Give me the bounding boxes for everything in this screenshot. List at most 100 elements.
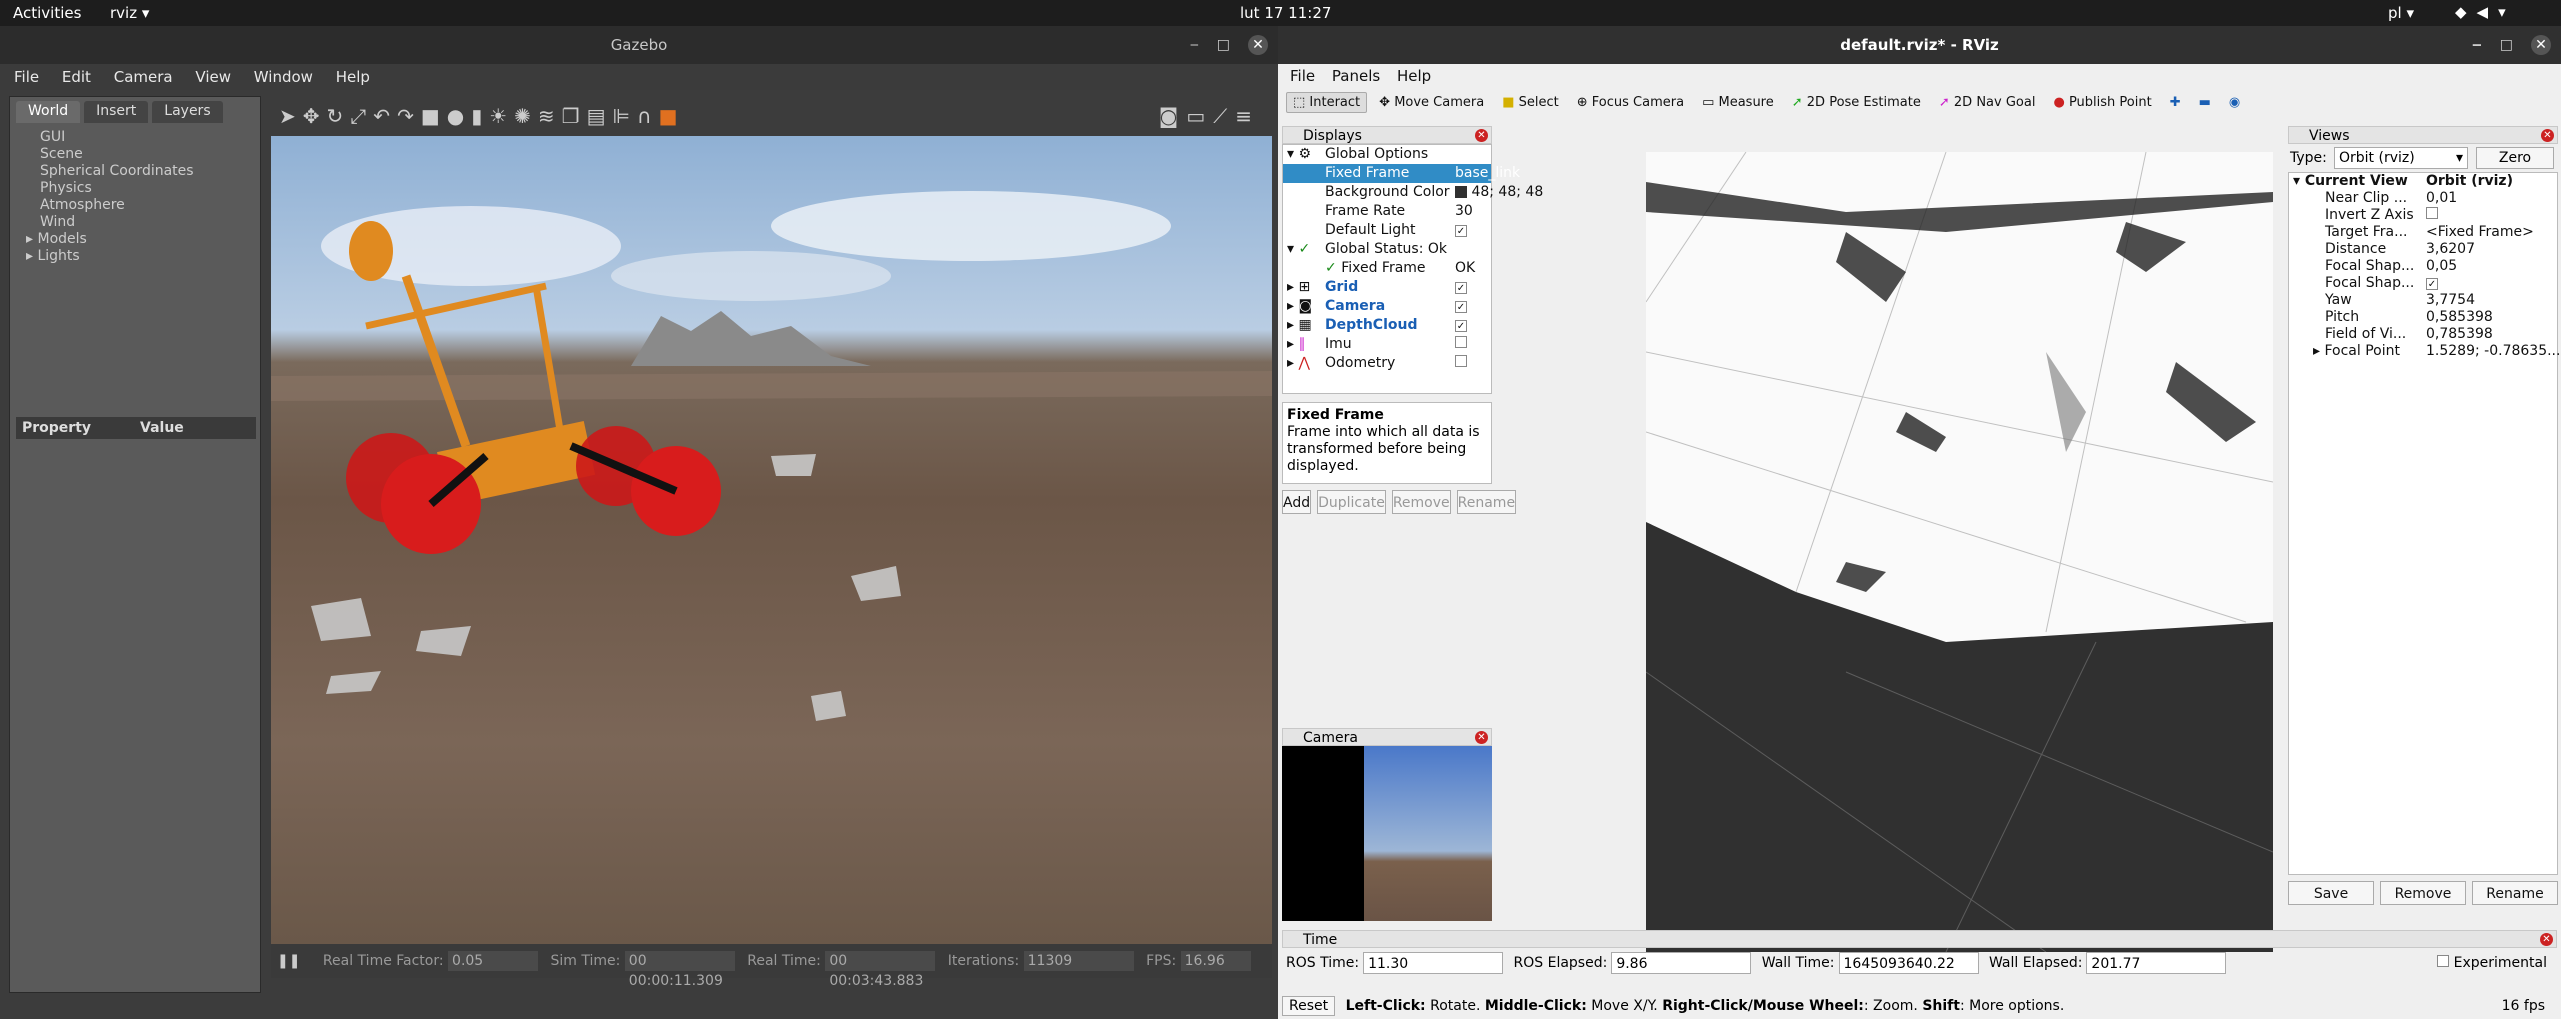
menu-help[interactable]: Help	[1397, 67, 1431, 85]
sphere-shape-icon[interactable]: ●	[447, 104, 471, 128]
scale-tool-icon[interactable]: ⤢	[350, 104, 373, 128]
tree-item-spherical[interactable]: Spherical Coordinates	[40, 163, 260, 180]
tree-item-models[interactable]: ▸ Models	[26, 231, 260, 248]
cylinder-shape-icon[interactable]: ▮	[471, 104, 489, 128]
tree-item-gui[interactable]: GUI	[40, 129, 260, 146]
checkbox[interactable]: ✓	[1455, 320, 1467, 332]
close-icon[interactable]: ✕	[1475, 129, 1488, 142]
remove-tool-icon[interactable]: ▬	[2193, 93, 2217, 112]
interact-tool[interactable]: ⬚ Interact	[1286, 91, 1368, 113]
tree-item-atmosphere[interactable]: Atmosphere	[40, 197, 260, 214]
nav-goal-tool[interactable]: ➚ 2D Nav Goal	[1933, 93, 2042, 112]
tree-row-frame-rate[interactable]: Frame Rate 30	[1283, 202, 1491, 221]
publish-point-tool[interactable]: ● Publish Point	[2047, 93, 2157, 112]
box-shape-icon[interactable]: ■	[421, 104, 447, 128]
close-icon[interactable]: ✕	[1475, 731, 1488, 744]
maximize-button[interactable]: □	[1217, 37, 1248, 53]
reset-button[interactable]: Reset	[1282, 996, 1336, 1016]
expand-arrow-icon[interactable]: ▸	[26, 248, 37, 264]
spot-light-icon[interactable]: ≋	[538, 104, 562, 128]
view-row-fov[interactable]: Field of Vi... 0,785398	[2289, 326, 2557, 343]
pose-estimate-tool[interactable]: ➚ 2D Pose Estimate	[1786, 93, 1927, 112]
record-icon[interactable]: ▭	[1186, 104, 1213, 128]
checkbox[interactable]	[1455, 355, 1467, 367]
maximize-button[interactable]: □	[2500, 37, 2531, 53]
remove-button[interactable]: Remove	[2380, 881, 2466, 905]
wall-elapsed-field[interactable]: 201.77	[2086, 952, 2227, 974]
ros-elapsed-field[interactable]: 9.86	[1611, 952, 1752, 974]
experimental-checkbox[interactable]: Experimental	[2437, 948, 2547, 978]
view-row-distance[interactable]: Distance 3,6207	[2289, 241, 2557, 258]
snap-icon[interactable]: ∩	[637, 104, 659, 128]
language-indicator[interactable]: pl ▾	[2388, 4, 2414, 22]
tree-row-fixed-frame[interactable]: Fixed Frame base_link	[1283, 164, 1520, 183]
menu-file[interactable]: File	[1290, 67, 1315, 85]
save-button[interactable]: Save	[2288, 881, 2374, 905]
view-row-current[interactable]: ▾ Current View Orbit (rviz)	[2289, 173, 2557, 190]
select-tool-icon[interactable]: ➤	[279, 104, 303, 128]
menu-window[interactable]: Window	[254, 68, 313, 86]
tree-item-lights[interactable]: ▸ Lights	[26, 248, 260, 265]
duplicate-button[interactable]: Duplicate	[1317, 490, 1386, 514]
tree-row-fixed-frame-status[interactable]: ✓ Fixed Frame OK	[1283, 259, 1491, 278]
tree-row-background-color[interactable]: Background Color 48; 48; 48	[1283, 183, 1543, 202]
view-row-focal-shape-fixed[interactable]: Focal Shap... ✓	[2289, 275, 2557, 292]
undo-icon[interactable]: ↶	[373, 104, 397, 128]
add-tool-icon[interactable]: ✚	[2164, 93, 2187, 112]
view-row-focal-point[interactable]: ▸ Focal Point 1.5289; -0.78635...	[2289, 343, 2560, 360]
checkbox[interactable]: ✓	[1455, 282, 1467, 294]
view-row-focal-shape-size[interactable]: Focal Shap... 0,05	[2289, 258, 2557, 275]
close-button[interactable]: ✕	[2531, 35, 2551, 55]
sun-light-icon[interactable]: ☀	[489, 104, 514, 128]
app-menu[interactable]: rviz ▾	[110, 4, 149, 22]
view-row-yaw[interactable]: Yaw 3,7754	[2289, 292, 2557, 309]
expand-arrow-icon[interactable]: ▸	[26, 231, 37, 247]
view-row-invert-z[interactable]: Invert Z Axis	[2289, 207, 2557, 224]
tree-row-depthcloud[interactable]: ▸ ▦ DepthCloud ✓	[1283, 316, 1491, 335]
tree-row-default-light[interactable]: Default Light ✓	[1283, 221, 1491, 240]
menu-file[interactable]: File	[14, 68, 39, 86]
wall-time-field[interactable]: 1645093640.22	[1838, 952, 1979, 974]
close-button[interactable]: ✕	[1248, 35, 1268, 55]
checkbox[interactable]: ✓	[2426, 278, 2438, 290]
view-row-near-clip[interactable]: Near Clip ... 0,01	[2289, 190, 2557, 207]
tab-insert[interactable]: Insert	[84, 101, 149, 123]
view-type-select[interactable]: Orbit (rviz) ▾	[2334, 147, 2468, 169]
rviz-3d-viewport[interactable]	[1646, 152, 2273, 952]
ros-time-field[interactable]: 11.30	[1363, 952, 1504, 974]
menu-panels[interactable]: Panels	[1332, 67, 1380, 85]
align-icon[interactable]: ⊫	[613, 104, 637, 128]
menu-help[interactable]: Help	[336, 68, 370, 86]
checkbox[interactable]: ✓	[1455, 301, 1467, 313]
gazebo-3d-viewport[interactable]	[271, 136, 1272, 944]
measure-tool[interactable]: ▭ Measure	[1696, 93, 1780, 112]
checkbox[interactable]	[1455, 336, 1467, 348]
checkbox[interactable]	[2426, 207, 2438, 219]
system-tray[interactable]: ◆◀▾	[2455, 3, 2516, 21]
clock[interactable]: lut 17 11:27	[1240, 4, 1331, 22]
view-row-target-frame[interactable]: Target Fra... <Fixed Frame>	[2289, 224, 2557, 241]
menu-edit[interactable]: Edit	[62, 68, 91, 86]
tree-item-physics[interactable]: Physics	[40, 180, 260, 197]
tree-row-global-status[interactable]: ▾ ✓ Global Status: Ok	[1283, 240, 1491, 259]
copy-icon[interactable]: ❐	[562, 104, 587, 128]
tree-row-camera[interactable]: ▸ ◙ Camera ✓	[1283, 297, 1491, 316]
rotate-tool-icon[interactable]: ↻	[327, 104, 351, 128]
menu-view[interactable]: View	[195, 68, 231, 86]
rename-button[interactable]: Rename	[2472, 881, 2558, 905]
focus-camera-tool[interactable]: ⊕ Focus Camera	[1571, 93, 1690, 112]
tool-props-icon[interactable]: ◉	[2223, 93, 2246, 112]
tree-row-odometry[interactable]: ▸ ⋀ Odometry	[1283, 354, 1491, 373]
paste-icon[interactable]: ▤	[587, 104, 613, 128]
view-row-pitch[interactable]: Pitch 0,585398	[2289, 309, 2557, 326]
tree-row-global-options[interactable]: ▾ ⚙ Global Options	[1283, 145, 1491, 164]
select-tool[interactable]: ■ Select	[1496, 93, 1565, 112]
plot-icon[interactable]: ⟋	[1213, 104, 1235, 128]
rename-button[interactable]: Rename	[1456, 490, 1517, 514]
remove-button[interactable]: Remove	[1391, 490, 1451, 514]
tree-item-scene[interactable]: Scene	[40, 146, 260, 163]
tree-row-imu[interactable]: ▸ ∥ Imu	[1283, 335, 1491, 354]
close-icon[interactable]: ✕	[2541, 129, 2554, 142]
add-button[interactable]: Add	[1282, 490, 1312, 514]
change-view-icon[interactable]: ■	[659, 104, 685, 128]
